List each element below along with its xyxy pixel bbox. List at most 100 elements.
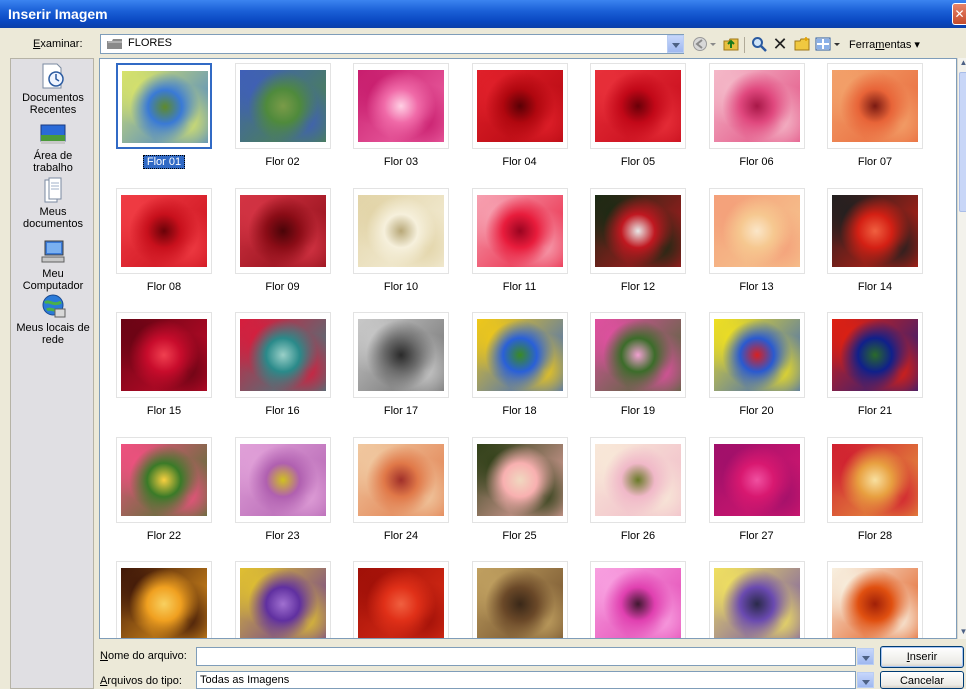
file-name-label: Flor 26 [620,529,656,542]
file-thumbnail[interactable]: Flor 26 [582,436,686,549]
back-dropdown-icon[interactable] [709,36,717,52]
file-thumbnail[interactable]: Flor 04 [464,63,568,175]
file-thumbnail[interactable]: Flor 22 [108,436,212,549]
filetype-dropdown-button[interactable] [857,672,874,688]
flower-photo [122,71,208,143]
back-icon[interactable] [692,36,708,52]
title-bar: Inserir Imagem ✕ [0,0,966,28]
file-name-label: Flor 17 [383,405,419,417]
file-thumbnail[interactable] [227,561,331,638]
file-thumbnail[interactable] [108,561,212,638]
flower-photo [832,70,918,142]
file-thumbnail[interactable]: Flor 28 [819,436,923,549]
thumbnail-frame [234,561,331,638]
flower-photo [832,568,918,638]
file-thumbnail[interactable]: Flor 18 [464,312,568,424]
up-folder-icon[interactable] [723,36,739,52]
thumbnail-frame [234,187,331,274]
file-thumbnail[interactable] [701,561,805,638]
close-button[interactable]: ✕ [952,3,966,25]
thumbnail-frame [590,63,686,149]
flower-photo [358,443,444,516]
file-thumbnail[interactable]: Flor 07 [819,63,923,175]
file-name-label: Flor 19 [620,405,656,417]
file-name-label: Flor 15 [146,405,182,417]
file-name-label: Flor 08 [146,280,182,293]
file-thumbnail[interactable] [464,561,568,638]
filetype-select[interactable]: Todas as Imagens [196,671,856,689]
cancel-button[interactable]: Cancelar [880,671,964,689]
places-bar: Documentos Recentes Área de trabalho Meus d… [10,58,94,689]
file-view[interactable]: Flor 01 Flor 02 Flor 03 Flor 04 Flor 05 Flor … [99,58,957,639]
look-in-dropdown-button[interactable] [667,35,684,53]
file-thumbnail[interactable]: Flor 13 [701,187,805,300]
place-desktop[interactable]: Área de trabalho [11,121,95,174]
vertical-scrollbar[interactable]: ▲ ▼ [957,58,966,639]
look-in-label: Examinar: [33,38,83,50]
place-my-documents[interactable]: Meus documentos [11,177,95,230]
file-thumbnail[interactable] [819,561,923,638]
insert-button[interactable]: Inserir [880,646,964,668]
place-recent-documents[interactable]: Documentos Recentes [11,63,95,116]
place-my-computer[interactable]: Meu Computador [11,239,95,292]
file-thumbnail[interactable]: Flor 10 [345,187,449,300]
flower-photo [476,443,563,516]
flower-photo [713,70,800,142]
flower-photo [476,70,563,142]
window-title: Inserir Imagem [8,6,108,22]
file-name-label: Flor 04 [502,156,537,168]
thumbnail-frame [471,63,568,149]
flower-photo [358,194,444,267]
file-thumbnail[interactable] [582,561,686,638]
file-name-label: Flor 03 [383,156,419,168]
thumbnail-frame [827,436,923,523]
flower-photo [595,319,681,391]
file-thumbnail[interactable]: Flor 23 [227,436,331,549]
file-thumbnail[interactable]: Flor 27 [701,436,805,549]
flower-photo [476,568,563,638]
file-name-label: Flor 02 [265,156,300,168]
thumbnail-frame [116,63,212,149]
new-folder-icon[interactable] [794,36,810,52]
filename-dropdown-button[interactable] [857,648,874,665]
file-thumbnail[interactable]: Flor 02 [227,63,331,175]
file-thumbnail[interactable]: Flor 21 [819,312,923,424]
thumbnail-frame [708,63,805,149]
look-in-dropdown[interactable]: FLORES [100,34,684,54]
file-name-label: Flor 22 [146,529,182,542]
file-thumbnail[interactable]: Flor 19 [582,312,686,424]
file-thumbnail[interactable]: Flor 09 [227,187,331,300]
flower-photo [239,70,326,142]
file-name-label: Flor 28 [857,529,893,542]
file-thumbnail[interactable]: Flor 06 [701,63,805,175]
file-thumbnail[interactable]: Flor 15 [108,312,212,424]
file-thumbnail[interactable] [345,561,449,638]
flower-photo [832,443,918,516]
file-thumbnail[interactable]: Flor 08 [108,187,212,300]
delete-icon[interactable]: ✕ [772,35,788,53]
file-thumbnail[interactable]: Flor 03 [345,63,449,175]
file-thumbnail[interactable]: Flor 01 [108,63,212,175]
views-icon[interactable] [815,36,831,52]
views-dropdown-icon[interactable] [833,36,841,52]
flower-photo [358,319,444,391]
place-network-places[interactable]: Meus locais de rede [11,293,95,346]
scroll-down-arrow-icon[interactable]: ▼ [958,627,966,639]
file-thumbnail[interactable]: Flor 20 [701,312,805,424]
file-thumbnail[interactable]: Flor 11 [464,187,568,300]
file-thumbnail[interactable]: Flor 12 [582,187,686,300]
file-thumbnail[interactable]: Flor 05 [582,63,686,175]
file-thumbnail[interactable]: Flor 24 [345,436,449,549]
thumbnail-frame [353,187,449,274]
thumbnail-frame [827,63,923,149]
file-thumbnail[interactable]: Flor 17 [345,312,449,424]
scroll-thumb[interactable] [959,72,966,212]
tools-menu[interactable]: Ferramentas ▾ [849,38,920,51]
scroll-up-arrow-icon[interactable]: ▲ [958,58,966,70]
flower-photo [239,319,326,391]
file-thumbnail[interactable]: Flor 16 [227,312,331,424]
file-thumbnail[interactable]: Flor 25 [464,436,568,549]
search-web-icon[interactable] [751,36,767,52]
file-thumbnail[interactable]: Flor 14 [819,187,923,300]
filename-input[interactable] [196,647,856,666]
